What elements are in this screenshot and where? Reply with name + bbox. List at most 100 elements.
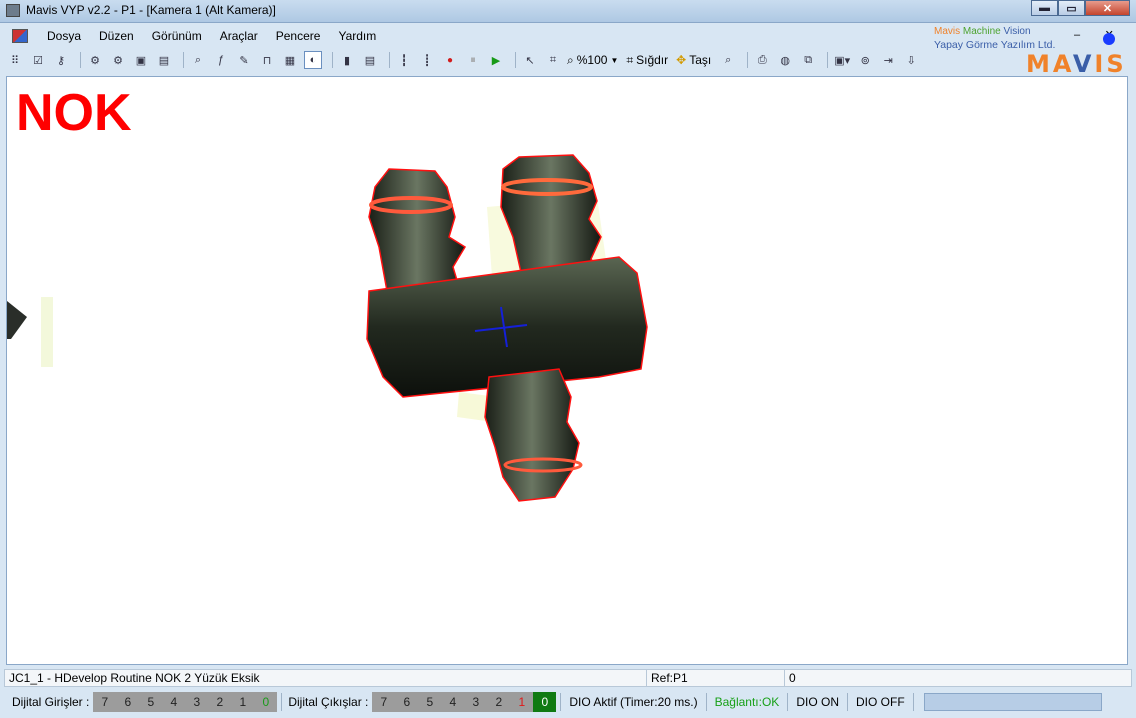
status-dot-icon: [1103, 33, 1115, 45]
sound-icon[interactable]: ◐: [304, 51, 322, 69]
minimize-button[interactable]: ▬: [1031, 0, 1058, 16]
calculator-icon[interactable]: ▦: [281, 51, 299, 69]
menu-pencere[interactable]: Pencere: [267, 29, 330, 43]
settings-icon[interactable]: ⚙: [86, 51, 104, 69]
dio-on-button[interactable]: DIO ON: [792, 695, 843, 709]
fit-label: Sığdır: [636, 53, 669, 67]
inspect-icon[interactable]: ⌕: [189, 51, 207, 69]
search-icon[interactable]: ⌕: [719, 51, 737, 69]
pause-icon[interactable]: ⏸: [464, 51, 482, 69]
image-menu-icon[interactable]: ▣▾: [833, 51, 851, 69]
routine-status: JC1_1 - HDevelop Routine NOK 2 Yüzük Eks…: [5, 670, 647, 686]
fit-button[interactable]: ⌗ Sığdır: [626, 53, 668, 68]
digital-inputs-label: Dijital Girişler :: [12, 695, 90, 709]
record-icon[interactable]: ●: [441, 51, 459, 69]
document-window-icon[interactable]: [12, 29, 28, 43]
brand-wordmark: MAVIS: [1026, 50, 1127, 78]
input-bit-4: 4: [170, 695, 178, 709]
download-icon[interactable]: ⇩: [902, 51, 920, 69]
input-bit-7: 7: [101, 695, 109, 709]
dio-panel: Dijital Girişler : 76543210 Dijital Çıkı…: [4, 690, 1132, 714]
dio-off-button[interactable]: DIO OFF: [852, 695, 909, 709]
toolbar-separator: [183, 52, 184, 68]
move-button[interactable]: ✥ Taşı: [676, 53, 711, 67]
zoom-dropdown[interactable]: ⌕ %100 ▼: [567, 53, 618, 68]
title-bar: Mavis VYP v2.2 - P1 - [Kamera 1 (Alt Kam…: [0, 0, 1136, 23]
dio-separator: [912, 693, 914, 711]
brush-icon[interactable]: ✎: [235, 51, 253, 69]
digital-outputs: 7 6 5 4 3 2 10: [372, 692, 557, 712]
connect-icon[interactable]: ⊚: [856, 51, 874, 69]
function-icon[interactable]: ƒ: [212, 51, 230, 69]
dio-separator: [281, 693, 283, 711]
brand-tagline: Mavis Machine Vision: [934, 26, 1031, 37]
camera-image: [7, 154, 648, 502]
toolbar-separator: [515, 52, 516, 68]
counter-status: 0: [789, 671, 796, 685]
save-icon[interactable]: ▤: [155, 51, 173, 69]
reference-status: Ref:P1: [647, 670, 785, 686]
output-bit-2: 2: [495, 695, 503, 709]
grid-icon[interactable]: ⠿: [6, 51, 24, 69]
window-controls: ▬ ▭ ✕: [1031, 0, 1130, 16]
fit-icon: ⌗: [626, 52, 634, 67]
toolbar-separator: [332, 52, 333, 68]
move-icon: ✥: [676, 53, 687, 67]
output-bit-6: 6: [403, 695, 411, 709]
toolbar-separator: [80, 52, 81, 68]
dio-separator: [846, 693, 848, 711]
dio-separator: [705, 693, 707, 711]
toolbar: ⠿ ☑ ⚷ ⚙ ⚙ ▣ ▤ ⌕ ƒ ✎ ⊓ ▦ ◐ ▮ ▤ ┇ ┋ ● ⏸ ▶ …: [6, 49, 926, 71]
dio-separator: [787, 693, 789, 711]
brand-wordmark-part2: V: [1072, 50, 1095, 78]
book-icon[interactable]: ▮: [338, 51, 356, 69]
edge-artifact: [7, 301, 27, 339]
output-bit-5: 5: [426, 695, 434, 709]
ruler-icon[interactable]: ⊓: [258, 51, 276, 69]
menu-yardim[interactable]: Yardım: [329, 29, 385, 43]
edit-list-icon[interactable]: ▤: [361, 51, 379, 69]
digital-inputs: 7 6 5 4 3 2 1 0: [93, 692, 278, 712]
camera-image-view[interactable]: NOK: [6, 76, 1128, 665]
pointer-icon[interactable]: ↖: [521, 51, 539, 69]
zoom-icon: ⌕: [567, 52, 574, 67]
left-nozzle: [368, 168, 467, 292]
input-bit-3: 3: [193, 695, 201, 709]
brand-wordmark-part3: IS: [1094, 50, 1127, 78]
play-icon[interactable]: ▶: [487, 51, 505, 69]
brand-wordmark-part1: MA: [1026, 50, 1073, 78]
menu-gorunum[interactable]: Görünüm: [143, 29, 211, 43]
align-center-icon[interactable]: ┋: [418, 51, 436, 69]
menu-duzen[interactable]: Düzen: [90, 29, 143, 43]
glare-strip: [41, 297, 53, 367]
camera-settings-icon[interactable]: ◍: [776, 51, 794, 69]
zoom-value: %100: [576, 53, 608, 67]
connection-status: Bağlantı:OK: [714, 695, 780, 709]
app-icon[interactable]: [6, 4, 20, 17]
menu-araclar[interactable]: Araçlar: [211, 29, 267, 43]
menu-dosya[interactable]: Dosya: [38, 29, 90, 43]
chevron-down-icon: ▼: [610, 55, 619, 65]
toolbar-separator: [747, 52, 749, 68]
crop-icon[interactable]: ⌗: [544, 51, 562, 69]
digital-outputs-label: Dijital Çıkışlar :: [288, 695, 369, 709]
close-button[interactable]: ✕: [1085, 0, 1130, 16]
move-label: Taşı: [689, 53, 712, 67]
open-image-icon[interactable]: ▣: [132, 51, 150, 69]
menu-bar: Dosya Düzen Görünüm Araçlar Pencere Yard…: [6, 26, 926, 46]
bottom-nozzle: [484, 368, 580, 502]
input-bit-1: 1: [239, 695, 247, 709]
brand-word-machine: Machine: [962, 26, 1001, 37]
align-vertical-icon[interactable]: ┇: [395, 51, 413, 69]
maximize-button[interactable]: ▭: [1058, 0, 1085, 16]
multi-settings-icon[interactable]: ⚙: [109, 51, 127, 69]
dio-active-status: DIO Aktif (Timer:20 ms.): [569, 695, 698, 709]
dio-separator: [560, 693, 562, 711]
print-icon[interactable]: ⎙: [753, 51, 771, 69]
output-bit-4: 4: [449, 695, 457, 709]
key-icon[interactable]: ⚷: [52, 51, 70, 69]
network-icon[interactable]: ⧉: [799, 51, 817, 69]
export-icon[interactable]: ⇥: [879, 51, 897, 69]
checklist-icon[interactable]: ☑: [29, 51, 47, 69]
brand-word-vision: Vision: [1003, 26, 1031, 37]
